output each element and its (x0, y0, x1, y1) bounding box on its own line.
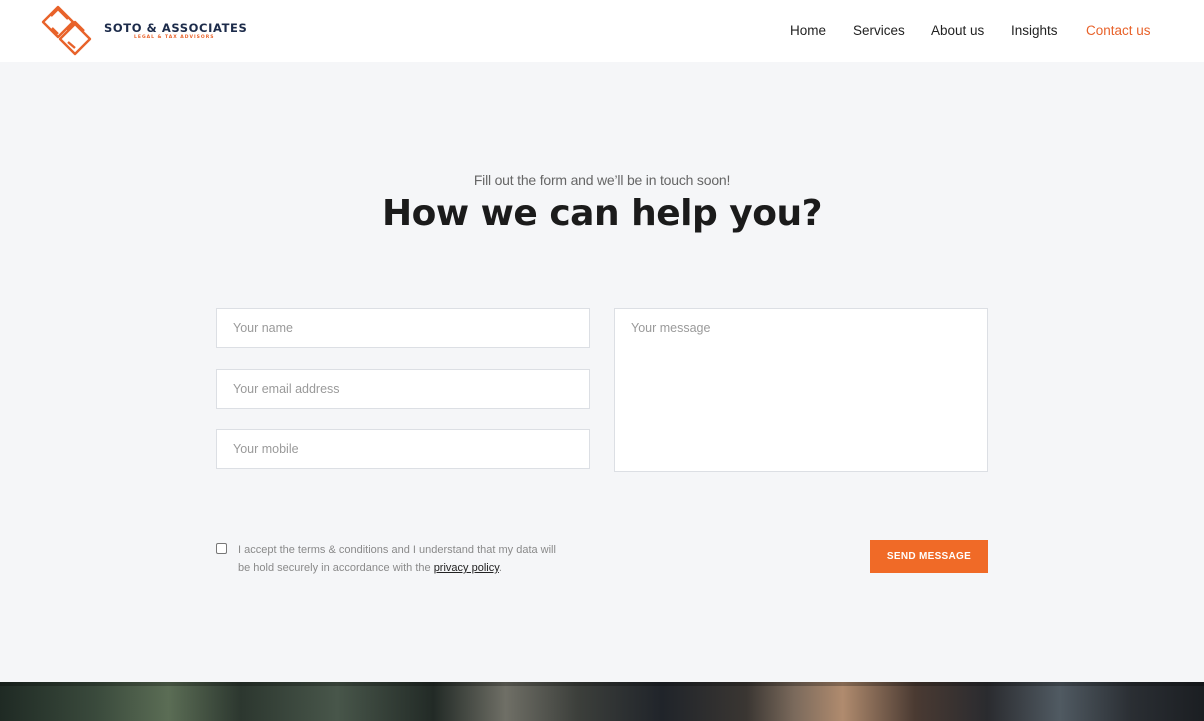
name-input[interactable] (216, 308, 590, 348)
terms-text: I accept the terms & conditions and I un… (238, 541, 568, 577)
form-subtitle: Fill out the form and we’ll be in touch … (473, 172, 731, 188)
nav-home[interactable]: Home (790, 23, 826, 41)
page-title: How we can help you? (381, 193, 823, 234)
nav-services[interactable]: Services (853, 23, 905, 41)
terms-period: . (498, 562, 502, 574)
mobile-input[interactable] (216, 429, 590, 469)
terms-label: I accept the terms & conditions and I un… (238, 544, 556, 574)
terms-checkbox[interactable] (216, 543, 227, 554)
nav-insights[interactable]: Insights (1011, 23, 1058, 41)
logo-mark-icon (41, 5, 92, 56)
privacy-policy-link[interactable]: privacy policy (434, 562, 499, 574)
send-message-button[interactable]: SEND MESSAGE (870, 540, 988, 573)
nav-about-us[interactable]: About us (931, 23, 984, 41)
nav-contact-us[interactable]: Contact us (1086, 23, 1151, 41)
site-header: SOTO & ASSOCIATES LEGAL & TAX ADVISORS H… (0, 0, 1204, 62)
brand-logo[interactable]: SOTO & ASSOCIATES LEGAL & TAX ADVISORS (38, 4, 247, 58)
brand-tagline: LEGAL & TAX ADVISORS (134, 35, 215, 40)
brand-name: SOTO & ASSOCIATES (104, 21, 248, 35)
message-textarea[interactable] (614, 308, 988, 472)
email-input[interactable] (216, 369, 590, 409)
footer-background-image (0, 682, 1204, 721)
